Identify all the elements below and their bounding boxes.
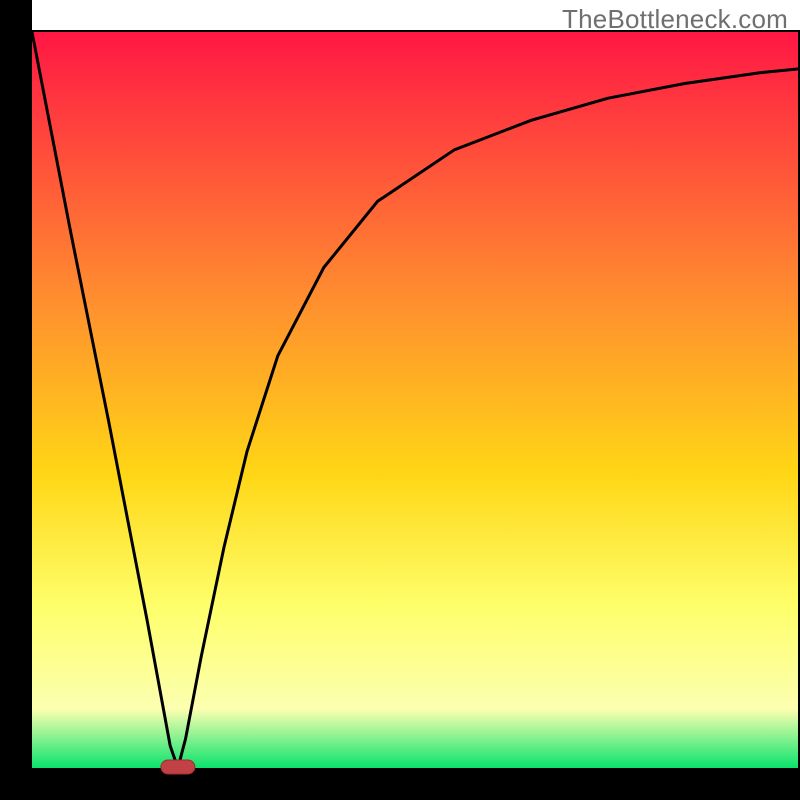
plot-background xyxy=(32,32,800,768)
chart-frame: TheBottleneck.com xyxy=(0,0,800,800)
bottleneck-chart xyxy=(0,0,800,800)
optimum-marker xyxy=(161,760,195,774)
axis-bottom xyxy=(0,768,800,800)
watermark-text: TheBottleneck.com xyxy=(562,4,788,35)
axis-left xyxy=(0,0,32,800)
